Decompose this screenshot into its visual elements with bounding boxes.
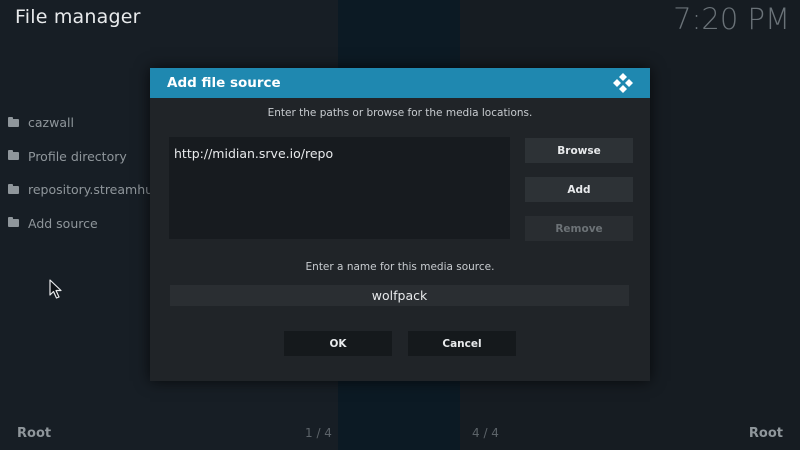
remove-button[interactable]: Remove	[525, 216, 633, 241]
browse-button[interactable]: Browse	[525, 138, 633, 163]
folder-icon	[8, 150, 19, 161]
source-item-label: Profile directory	[28, 148, 127, 164]
cancel-button[interactable]: Cancel	[408, 331, 516, 356]
kodi-logo-icon	[613, 73, 633, 93]
source-item-repository-streamhub[interactable]: repository.streamhub	[8, 173, 161, 207]
source-item-profile-directory[interactable]: Profile directory	[8, 140, 158, 174]
add-button[interactable]: Add	[525, 177, 633, 202]
dialog-header: Add file source	[150, 68, 650, 98]
footer-left-root: Root	[17, 426, 52, 441]
dialog-title: Add file source	[167, 75, 281, 91]
add-file-source-dialog: Add file source Enter the paths or brows…	[150, 68, 650, 381]
folder-icon	[8, 116, 19, 127]
paths-instruction: Enter the paths or browse for the media …	[267, 107, 533, 119]
footer-right-root: Root	[748, 426, 783, 441]
clock: 7:20 PM	[673, 2, 790, 36]
source-item-add-source[interactable]: Add source	[8, 207, 158, 241]
source-list: cazwall Profile directory repository.str…	[8, 106, 161, 241]
footer-left-page-counter: 1 / 4	[305, 426, 332, 440]
media-source-name-input[interactable]	[170, 285, 629, 306]
name-instruction: Enter a name for this media source.	[305, 261, 495, 273]
folder-icon	[8, 217, 19, 228]
mouse-cursor-icon	[49, 279, 62, 299]
ok-button[interactable]: OK	[284, 331, 392, 356]
folder-icon	[8, 183, 19, 194]
app-title: File manager	[15, 6, 141, 28]
path-entry[interactable]: http://midian.srve.io/repo	[169, 137, 510, 161]
source-item-label: cazwall	[28, 115, 74, 131]
paths-list[interactable]: http://midian.srve.io/repo	[169, 137, 510, 239]
source-item-label: repository.streamhub	[28, 182, 161, 198]
source-item-label: Add source	[28, 215, 98, 231]
footer-right-page-counter: 4 / 4	[472, 426, 499, 440]
source-item-cazwall[interactable]: cazwall	[8, 106, 158, 140]
